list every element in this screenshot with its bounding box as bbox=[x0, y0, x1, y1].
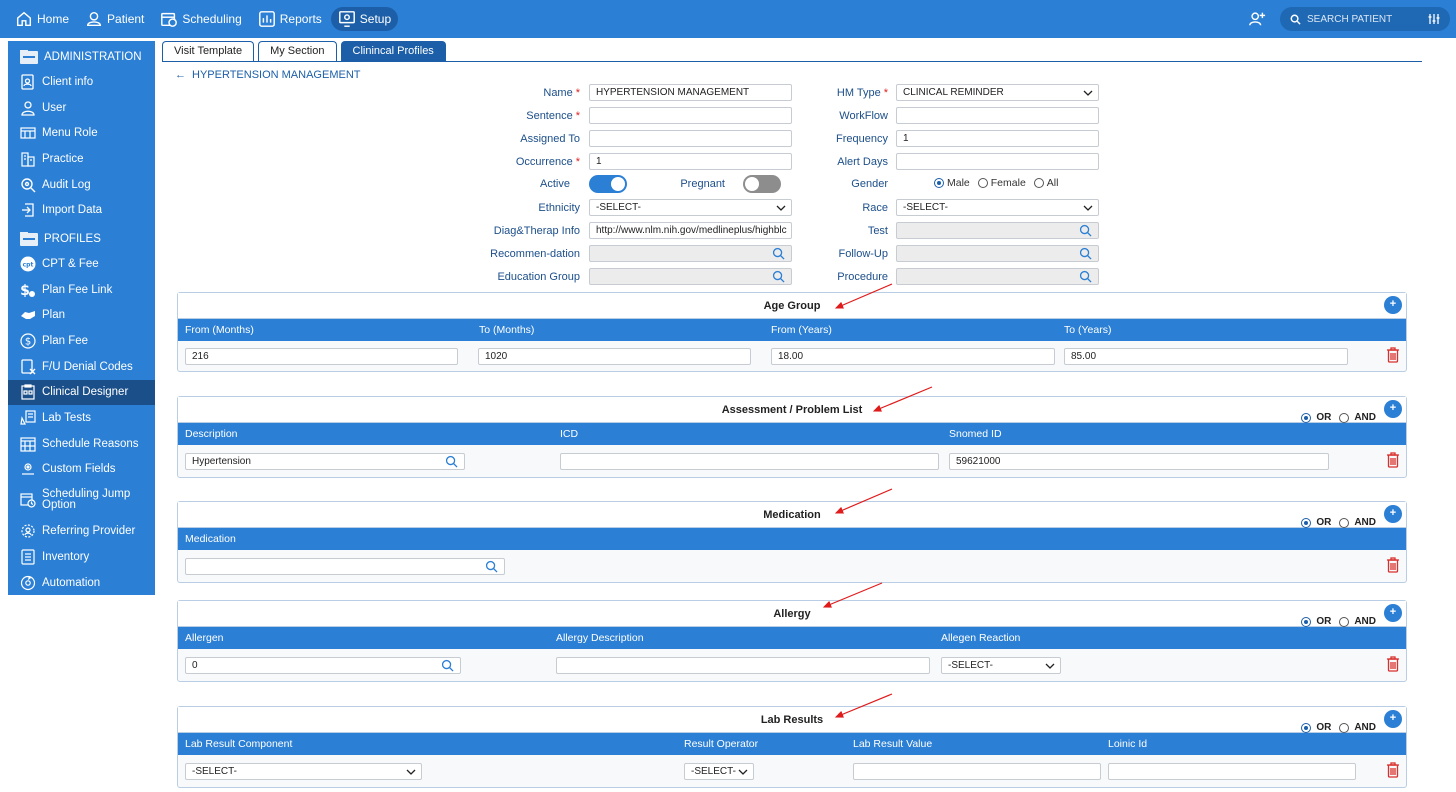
arrow-assessment bbox=[872, 386, 933, 412]
arrow-age-group bbox=[834, 283, 893, 309]
arrow-lab-results bbox=[834, 693, 893, 718]
arrow-allergy bbox=[822, 582, 883, 608]
annotation-arrows bbox=[822, 283, 933, 718]
arrow-medication bbox=[834, 488, 893, 514]
